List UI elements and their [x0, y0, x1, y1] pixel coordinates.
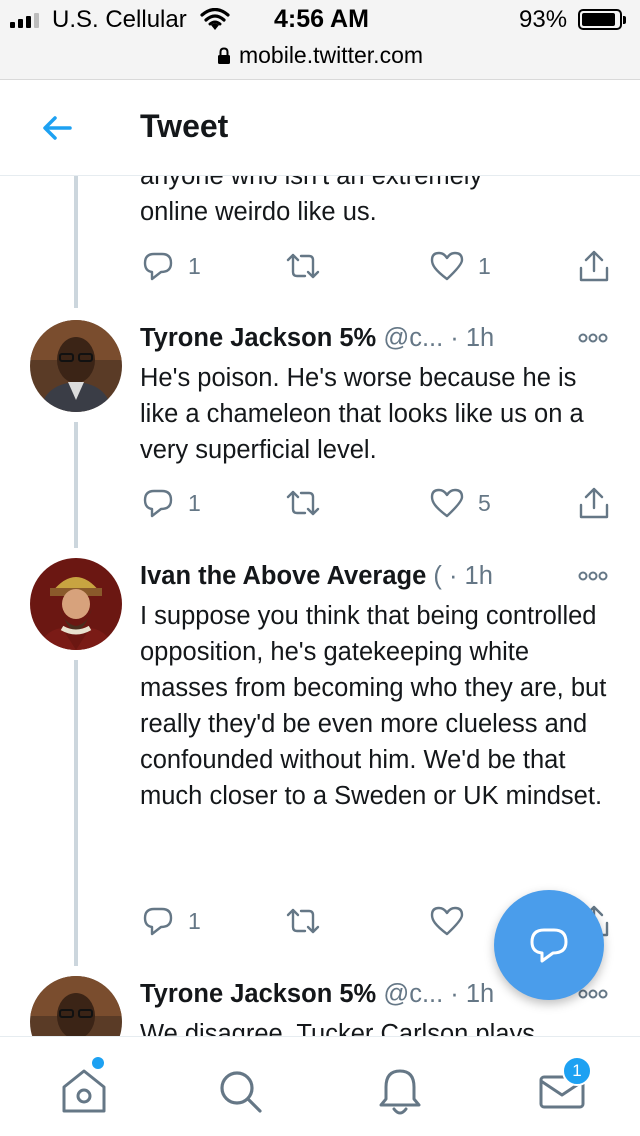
tweet-time[interactable]: · 1h: [449, 562, 493, 590]
messages-unread-badge: 1: [562, 1056, 592, 1086]
tweet-time[interactable]: · 1h: [450, 324, 494, 352]
reply-count: 1: [188, 907, 201, 934]
username[interactable]: @c...: [383, 324, 443, 352]
display-name[interactable]: Tyrone Jackson 5%: [140, 324, 376, 352]
heart-icon: [430, 906, 464, 936]
tweet-time[interactable]: · 1h: [450, 980, 494, 1008]
retweet-button[interactable]: [284, 903, 322, 939]
battery-percentage: 93%: [519, 6, 568, 33]
carrier-name: U.S. Cellular: [52, 6, 187, 33]
battery-icon: [578, 9, 626, 30]
compose-reply-icon: [530, 928, 568, 963]
username[interactable]: @c...: [383, 980, 443, 1008]
more-options-icon[interactable]: [578, 988, 608, 1000]
browser-status-area: U.S. Cellular 4:56 AM 93% mobile.twitter…: [0, 0, 640, 80]
retweet-icon: [286, 490, 320, 516]
wifi-icon: [200, 8, 230, 30]
reply-icon: [143, 907, 173, 936]
arrow-left-icon[interactable]: [36, 110, 78, 146]
heart-icon: [430, 251, 464, 281]
bottom-navigation: [0, 1036, 640, 1136]
home-unread-dot: [92, 1057, 104, 1069]
tweet-text-line: anyone who isn't an extremely: [140, 176, 483, 190]
more-options-icon[interactable]: [578, 570, 608, 582]
reply-icon: [143, 489, 173, 518]
share-button[interactable]: [578, 485, 610, 521]
heart-icon: [430, 488, 464, 518]
reply-button[interactable]: 1: [142, 248, 201, 284]
page-title: Tweet: [140, 108, 229, 144]
like-count: 1: [478, 252, 491, 279]
page-header: Tweet: [0, 80, 640, 176]
avatar[interactable]: [30, 976, 122, 1036]
tweet-text: We disagree. Tucker Carlson plays: [140, 1020, 535, 1036]
home-icon[interactable]: [56, 1063, 112, 1119]
thread-connector-line: [74, 422, 78, 548]
reply-count: 1: [188, 252, 201, 279]
tweet-text: I suppose you think that being controlle…: [140, 602, 607, 810]
like-count: 5: [478, 489, 491, 516]
like-button[interactable]: 1: [430, 248, 491, 284]
lock-icon: [217, 47, 230, 64]
retweet-button[interactable]: [284, 248, 322, 284]
search-icon[interactable]: [212, 1063, 268, 1119]
share-button[interactable]: [578, 248, 610, 284]
like-button[interactable]: 5: [430, 485, 491, 521]
retweet-icon: [286, 253, 320, 279]
address-bar[interactable]: mobile.twitter.com: [0, 40, 640, 70]
like-button[interactable]: [430, 903, 478, 939]
tweet-header: Tyrone Jackson 5% @c... · 1h: [140, 320, 560, 356]
reply-icon: [143, 252, 173, 281]
thread-connector-line: [74, 660, 78, 966]
username[interactable]: (: [433, 562, 442, 590]
display-name[interactable]: Ivan the Above Average: [140, 562, 426, 590]
share-icon: [579, 487, 609, 519]
url-text: mobile.twitter.com: [238, 41, 424, 68]
share-icon: [579, 250, 609, 282]
status-bar: U.S. Cellular 4:56 AM 93%: [0, 0, 640, 40]
display-name[interactable]: Tyrone Jackson 5%: [140, 980, 376, 1008]
status-time: 4:56 AM: [274, 5, 369, 33]
signal-strength-icon: [10, 12, 39, 28]
retweet-button[interactable]: [284, 485, 322, 521]
tweet-text: anyone who isn't an extremely online wei…: [140, 176, 620, 230]
retweet-icon: [286, 908, 320, 934]
notifications-bell-icon[interactable]: [372, 1063, 428, 1119]
more-options-icon[interactable]: [578, 332, 608, 344]
reply-button[interactable]: 1: [142, 485, 201, 521]
tweet-header: Tyrone Jackson 5% @c... · 1h: [140, 976, 560, 1012]
tweet-text: He's poison. He's worse because he is li…: [140, 364, 584, 464]
thread-connector-line: [74, 176, 78, 308]
reply-button[interactable]: 1: [142, 903, 201, 939]
tweet-header: Ivan the Above Average ( · 1h: [140, 558, 560, 594]
avatar[interactable]: [30, 558, 122, 650]
tweet-text-line: online weirdo like us.: [140, 198, 377, 226]
reply-count: 1: [188, 489, 201, 516]
compose-reply-button[interactable]: [494, 890, 604, 1000]
avatar[interactable]: [30, 320, 122, 412]
